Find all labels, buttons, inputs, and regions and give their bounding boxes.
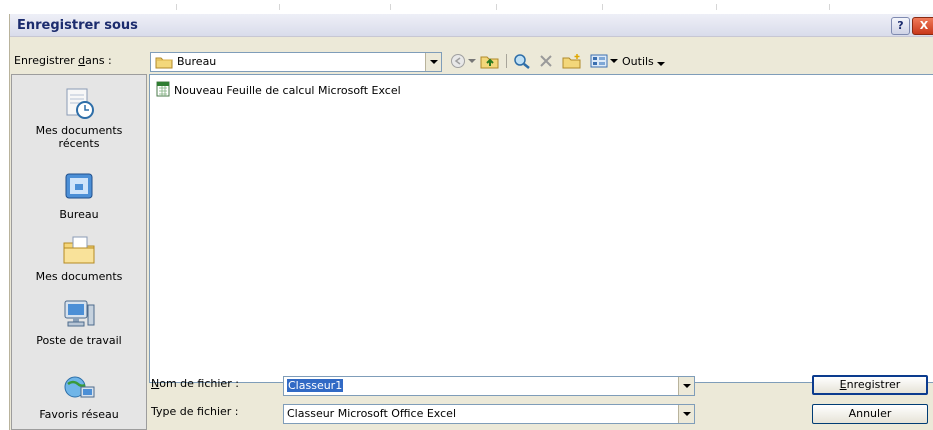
title-bar[interactable]: Enregistrer sous ? X	[10, 14, 933, 37]
desktop-icon	[61, 173, 97, 208]
filename-dropdown-button[interactable]	[678, 377, 694, 395]
file-list[interactable]: Nouveau Feuille de calcul Microsoft Exce…	[149, 74, 933, 383]
place-label: Poste de travail	[36, 334, 122, 347]
save-in-value: Bureau	[177, 55, 217, 68]
network-places-icon	[61, 376, 97, 408]
close-icon: X	[919, 19, 929, 32]
ruler-tick	[390, 4, 391, 10]
ruler-tick	[829, 4, 830, 10]
views-dropdown-icon[interactable]	[610, 52, 618, 70]
place-my-computer[interactable]: Poste de travail	[12, 297, 146, 347]
chevron-down-icon	[682, 384, 691, 388]
close-button[interactable]: X	[912, 17, 933, 35]
tools-chevron-icon	[657, 56, 666, 69]
place-label: Bureau	[59, 208, 99, 221]
tools-menu[interactable]: Outils	[622, 55, 666, 69]
ruler-tick	[496, 4, 497, 10]
filename-combo[interactable]: Classeur1	[283, 376, 695, 396]
filename-label: Nom de fichier :	[151, 377, 239, 390]
back-dropdown-icon[interactable]	[468, 52, 476, 70]
dialog-title: Enregistrer sous	[17, 18, 138, 33]
place-label: Favoris réseau	[39, 408, 119, 421]
save-button[interactable]: Enregistrer	[812, 375, 928, 395]
file-name: Nouveau Feuille de calcul Microsoft Exce…	[174, 84, 401, 97]
filetype-value: Classeur Microsoft Office Excel	[287, 407, 456, 420]
delete-icon[interactable]	[538, 52, 554, 70]
help-button[interactable]: ?	[891, 17, 910, 35]
background-strip	[0, 0, 933, 14]
save-in-combo[interactable]: Bureau	[150, 52, 442, 72]
place-my-documents[interactable]: Mes documents	[12, 233, 146, 283]
place-recent-documents[interactable]: Mes documents récents	[12, 87, 146, 150]
new-folder-icon[interactable]	[562, 52, 582, 70]
ruler-tick	[716, 4, 717, 10]
help-icon: ?	[897, 19, 904, 32]
ruler-tick	[602, 4, 603, 10]
up-folder-icon[interactable]	[480, 52, 500, 70]
ruler-tick	[176, 4, 177, 10]
save-as-dialog: Enregistrer sous ? X Enregistrer dans : …	[9, 14, 933, 430]
place-label: Mes documents récents	[35, 124, 123, 150]
search-web-icon[interactable]	[513, 52, 531, 70]
chevron-down-icon	[682, 412, 691, 416]
my-computer-icon	[61, 300, 97, 334]
save-in-label: Enregistrer dans :	[14, 54, 112, 67]
place-label: Mes documents	[35, 270, 123, 283]
ruler-tick	[279, 4, 280, 10]
back-icon[interactable]	[450, 52, 466, 70]
place-network[interactable]: Favoris réseau	[12, 375, 146, 421]
views-icon[interactable]	[590, 52, 608, 70]
save-in-dropdown-button[interactable]	[425, 53, 441, 71]
filetype-combo[interactable]: Classeur Microsoft Office Excel	[283, 404, 695, 424]
filename-input[interactable]: Classeur1	[287, 379, 344, 392]
filetype-label: Type de fichier :	[151, 405, 239, 418]
place-desktop[interactable]: Bureau	[12, 171, 146, 221]
toolbar-separator	[506, 54, 507, 68]
excel-file-icon	[155, 81, 171, 100]
folder-icon	[155, 55, 173, 72]
cancel-button[interactable]: Annuler	[812, 404, 928, 424]
my-documents-icon	[61, 236, 97, 270]
recent-documents-icon	[61, 88, 97, 124]
places-bar: Mes documents récents Bureau Mes documen…	[11, 74, 147, 430]
chevron-down-icon	[429, 60, 438, 64]
file-item[interactable]: Nouveau Feuille de calcul Microsoft Exce…	[155, 81, 401, 100]
filetype-dropdown-button[interactable]	[678, 405, 694, 423]
